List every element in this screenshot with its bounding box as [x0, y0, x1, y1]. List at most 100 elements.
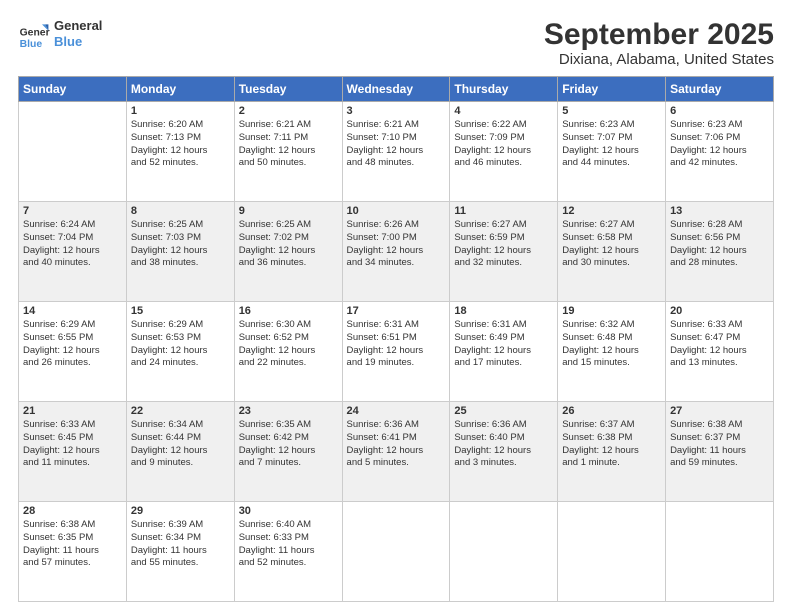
table-row: 1 Sunrise: 6:20 AM Sunset: 7:13 PM Daylig… — [126, 102, 234, 202]
day-number: 12 — [562, 205, 661, 217]
table-row: 7Sunrise: 6:24 AM Sunset: 7:04 PM Daylig… — [19, 202, 127, 302]
cell-info: Sunrise: 6:27 AM Sunset: 6:59 PM Dayligh… — [454, 219, 553, 270]
day-number: 13 — [670, 205, 769, 217]
table-row: 16 Sunrise: 6:30 AM Sunset: 6:52 PM Dayli… — [234, 302, 342, 402]
cell-info: Sunrise: 6:32 AM Sunset: 6:48 PM Dayligh… — [562, 319, 661, 370]
day-number: 18 — [454, 305, 553, 317]
day-number: 24 — [347, 405, 446, 417]
table-row: 17 Sunrise: 6:31 AM Sunset: 6:51 PM Dayli… — [342, 302, 450, 402]
calendar-week-row: 21 Sunrise: 6:33 AM Sunset: 6:45 PM Dayli… — [19, 402, 774, 502]
table-row: 22Sunrise: 6:34 AM Sunset: 6:44 PM Dayli… — [126, 402, 234, 502]
table-row: 30 Sunrise: 6:40 AM Sunset: 6:33 PM Dayli… — [234, 502, 342, 602]
calendar-week-row: 1 Sunrise: 6:20 AM Sunset: 7:13 PM Daylig… — [19, 102, 774, 202]
day-number: 1 — [131, 105, 230, 117]
table-row: 21 Sunrise: 6:33 AM Sunset: 6:45 PM Dayli… — [19, 402, 127, 502]
col-sunday: Sunday — [19, 77, 127, 102]
col-tuesday: Tuesday — [234, 77, 342, 102]
cell-info: Sunrise: 6:25 AM Sunset: 7:03 PM Dayligh… — [131, 219, 230, 270]
calendar-header-row: Sunday Monday Tuesday Wednesday Thursday… — [19, 77, 774, 102]
cell-info: Sunrise: 6:23 AM Sunset: 7:07 PM Dayligh… — [562, 119, 661, 170]
day-number: 14 — [23, 305, 122, 317]
cell-info: Sunrise: 6:37 AM Sunset: 6:38 PM Dayligh… — [562, 419, 661, 470]
day-number: 19 — [562, 305, 661, 317]
day-number: 6 — [670, 105, 769, 117]
logo-icon: General Blue — [18, 18, 50, 50]
cell-info: Sunrise: 6:26 AM Sunset: 7:00 PM Dayligh… — [347, 219, 446, 270]
logo-line2: Blue — [54, 34, 102, 50]
day-number: 16 — [239, 305, 338, 317]
cell-info: Sunrise: 6:22 AM Sunset: 7:09 PM Dayligh… — [454, 119, 553, 170]
day-number: 26 — [562, 405, 661, 417]
page-header: General Blue General Blue September 2025… — [18, 18, 774, 68]
col-wednesday: Wednesday — [342, 77, 450, 102]
cell-info: Sunrise: 6:40 AM Sunset: 6:33 PM Dayligh… — [239, 519, 338, 570]
title-block: September 2025 Dixiana, Alabama, United … — [544, 18, 774, 68]
day-number: 8 — [131, 205, 230, 217]
table-row: 3 Sunrise: 6:21 AM Sunset: 7:10 PM Daylig… — [342, 102, 450, 202]
table-row: 5 Sunrise: 6:23 AM Sunset: 7:07 PM Daylig… — [558, 102, 666, 202]
table-row: 28Sunrise: 6:38 AM Sunset: 6:35 PM Dayli… — [19, 502, 127, 602]
svg-text:General: General — [20, 28, 50, 39]
cell-info: Sunrise: 6:29 AM Sunset: 6:55 PM Dayligh… — [23, 319, 122, 370]
day-number: 30 — [239, 505, 338, 517]
table-row: 2 Sunrise: 6:21 AM Sunset: 7:11 PM Daylig… — [234, 102, 342, 202]
calendar-week-row: 14 Sunrise: 6:29 AM Sunset: 6:55 PM Dayli… — [19, 302, 774, 402]
day-number: 3 — [347, 105, 446, 117]
day-number: 22 — [131, 405, 230, 417]
cell-info: Sunrise: 6:35 AM Sunset: 6:42 PM Dayligh… — [239, 419, 338, 470]
table-row: 29 Sunrise: 6:39 AM Sunset: 6:34 PM Dayli… — [126, 502, 234, 602]
day-number: 7 — [23, 205, 122, 217]
cell-info: Sunrise: 6:20 AM Sunset: 7:13 PM Dayligh… — [131, 119, 230, 170]
table-row — [342, 502, 450, 602]
calendar-week-row: 28Sunrise: 6:38 AM Sunset: 6:35 PM Dayli… — [19, 502, 774, 602]
day-number: 2 — [239, 105, 338, 117]
cell-info: Sunrise: 6:29 AM Sunset: 6:53 PM Dayligh… — [131, 319, 230, 370]
table-row: 8 Sunrise: 6:25 AM Sunset: 7:03 PM Daylig… — [126, 202, 234, 302]
cell-info: Sunrise: 6:21 AM Sunset: 7:10 PM Dayligh… — [347, 119, 446, 170]
cell-info: Sunrise: 6:21 AM Sunset: 7:11 PM Dayligh… — [239, 119, 338, 170]
cell-info: Sunrise: 6:33 AM Sunset: 6:45 PM Dayligh… — [23, 419, 122, 470]
col-thursday: Thursday — [450, 77, 558, 102]
table-row: 9Sunrise: 6:25 AM Sunset: 7:02 PM Daylig… — [234, 202, 342, 302]
table-row: 6 Sunrise: 6:23 AM Sunset: 7:06 PM Daylig… — [666, 102, 774, 202]
cell-info: Sunrise: 6:33 AM Sunset: 6:47 PM Dayligh… — [670, 319, 769, 370]
table-row: 24Sunrise: 6:36 AM Sunset: 6:41 PM Dayli… — [342, 402, 450, 502]
cell-info: Sunrise: 6:28 AM Sunset: 6:56 PM Dayligh… — [670, 219, 769, 270]
day-number: 4 — [454, 105, 553, 117]
table-row: 10Sunrise: 6:26 AM Sunset: 7:00 PM Dayli… — [342, 202, 450, 302]
day-number: 5 — [562, 105, 661, 117]
table-row: 19 Sunrise: 6:32 AM Sunset: 6:48 PM Dayli… — [558, 302, 666, 402]
table-row — [19, 102, 127, 202]
col-monday: Monday — [126, 77, 234, 102]
day-number: 21 — [23, 405, 122, 417]
table-row: 13 Sunrise: 6:28 AM Sunset: 6:56 PM Dayli… — [666, 202, 774, 302]
logo-line1: General — [54, 18, 102, 34]
table-row: 26 Sunrise: 6:37 AM Sunset: 6:38 PM Dayli… — [558, 402, 666, 502]
table-row: 14 Sunrise: 6:29 AM Sunset: 6:55 PM Dayli… — [19, 302, 127, 402]
calendar-table: Sunday Monday Tuesday Wednesday Thursday… — [18, 76, 774, 602]
cell-info: Sunrise: 6:30 AM Sunset: 6:52 PM Dayligh… — [239, 319, 338, 370]
table-row — [558, 502, 666, 602]
day-number: 17 — [347, 305, 446, 317]
table-row — [666, 502, 774, 602]
table-row: 27Sunrise: 6:38 AM Sunset: 6:37 PM Dayli… — [666, 402, 774, 502]
day-number: 29 — [131, 505, 230, 517]
calendar-title: September 2025 — [544, 18, 774, 51]
table-row: 18 Sunrise: 6:31 AM Sunset: 6:49 PM Dayli… — [450, 302, 558, 402]
table-row: 25Sunrise: 6:36 AM Sunset: 6:40 PM Dayli… — [450, 402, 558, 502]
table-row: 4 Sunrise: 6:22 AM Sunset: 7:09 PM Daylig… — [450, 102, 558, 202]
table-row — [450, 502, 558, 602]
day-number: 20 — [670, 305, 769, 317]
cell-info: Sunrise: 6:27 AM Sunset: 6:58 PM Dayligh… — [562, 219, 661, 270]
calendar-week-row: 7Sunrise: 6:24 AM Sunset: 7:04 PM Daylig… — [19, 202, 774, 302]
calendar-subtitle: Dixiana, Alabama, United States — [544, 51, 774, 68]
cell-info: Sunrise: 6:23 AM Sunset: 7:06 PM Dayligh… — [670, 119, 769, 170]
logo: General Blue General Blue — [18, 18, 102, 50]
day-number: 15 — [131, 305, 230, 317]
col-friday: Friday — [558, 77, 666, 102]
cell-info: Sunrise: 6:31 AM Sunset: 6:49 PM Dayligh… — [454, 319, 553, 370]
table-row: 12 Sunrise: 6:27 AM Sunset: 6:58 PM Dayli… — [558, 202, 666, 302]
cell-info: Sunrise: 6:36 AM Sunset: 6:40 PM Dayligh… — [454, 419, 553, 470]
cell-info: Sunrise: 6:39 AM Sunset: 6:34 PM Dayligh… — [131, 519, 230, 570]
cell-info: Sunrise: 6:31 AM Sunset: 6:51 PM Dayligh… — [347, 319, 446, 370]
